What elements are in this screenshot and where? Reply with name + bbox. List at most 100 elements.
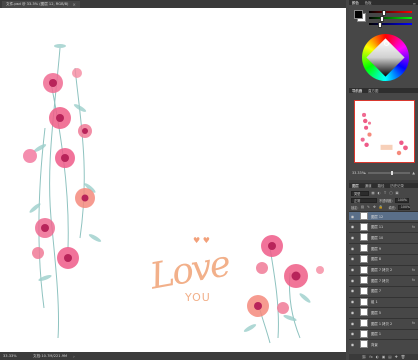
visibility-eye-icon[interactable]: ◉: [349, 267, 356, 272]
opacity-field[interactable]: 100%: [394, 197, 409, 203]
lock-pixels-icon[interactable]: ▨: [360, 205, 364, 209]
layer-fx-badge[interactable]: fx: [412, 225, 415, 229]
layer-row[interactable]: ◉ 图层 12: [349, 211, 418, 221]
layers-panel-header: 图层 通道 路径 历史记录: [349, 183, 418, 188]
tab-navigator[interactable]: 导航器: [352, 88, 362, 93]
document-title: 文件.psd @ 33.3% (图层 12, RGB/8): [6, 1, 69, 6]
status-doc-info: 文档:10.7M/221.9M: [33, 353, 68, 358]
visibility-eye-icon[interactable]: ◉: [349, 235, 356, 240]
layer-fx-badge[interactable]: fx: [412, 268, 415, 272]
layer-row[interactable]: ◉ 组 1: [349, 296, 418, 306]
lock-position-icon[interactable]: ✥: [372, 205, 376, 209]
visibility-eye-icon[interactable]: ◉: [349, 342, 356, 347]
navigator-preview: [360, 112, 408, 156]
adjustment-layer-icon[interactable]: ◐: [376, 355, 379, 359]
add-mask-icon[interactable]: ▣: [382, 355, 385, 359]
layer-name[interactable]: 组 1: [371, 299, 415, 304]
new-group-icon[interactable]: ▤: [388, 355, 391, 359]
foreground-color-swatch[interactable]: [354, 10, 363, 19]
visibility-eye-icon[interactable]: ◉: [349, 321, 356, 326]
layers-footer: ⛓ fx ◐ ▣ ▤ ✚ 🗑: [349, 354, 418, 360]
filter-type-icon[interactable]: T: [383, 191, 387, 195]
lock-label: 锁定:: [351, 205, 359, 210]
tab-paths[interactable]: 路径: [378, 183, 385, 188]
layer-thumbnail: [360, 319, 368, 328]
navigator-thumbnail[interactable]: [354, 100, 415, 163]
tab-color[interactable]: 颜色: [352, 0, 359, 5]
layer-style-icon[interactable]: fx: [369, 355, 372, 359]
tab-channels[interactable]: 通道: [365, 183, 372, 188]
status-zoom[interactable]: 33.33%: [3, 354, 33, 358]
visibility-eye-icon[interactable]: ◉: [349, 278, 356, 283]
layer-row[interactable]: ◉ 图层 11 fx: [349, 221, 418, 231]
tab-histogram[interactable]: 直方图: [368, 88, 378, 93]
filter-smart-icon[interactable]: ▣: [395, 191, 399, 195]
visibility-eye-icon[interactable]: ◉: [349, 310, 356, 315]
navigator-zoom-value[interactable]: 33.33%: [352, 171, 365, 175]
layer-name[interactable]: 图层 5: [371, 310, 415, 315]
zoom-out-icon[interactable]: ▴: [364, 171, 366, 175]
visibility-eye-icon[interactable]: ◉: [349, 256, 356, 261]
filter-shape-icon[interactable]: ▢: [389, 191, 393, 195]
layer-name[interactable]: 图层 7 拷贝 2: [371, 267, 412, 272]
fill-field[interactable]: 100%: [397, 204, 410, 210]
close-tab-icon[interactable]: ×: [72, 2, 75, 7]
status-bar: 33.33% 文档:10.7M/221.9M ›: [0, 352, 346, 360]
lock-paint-icon[interactable]: ✎: [366, 205, 370, 209]
visibility-eye-icon[interactable]: ◉: [349, 224, 356, 229]
layer-row[interactable]: ◉ 图层 5: [349, 307, 418, 317]
layer-name[interactable]: 图层 7 拷贝: [371, 278, 412, 283]
red-slider[interactable]: [369, 10, 412, 16]
layer-name[interactable]: 图层 9: [371, 246, 415, 251]
zoom-in-icon[interactable]: ▲: [412, 171, 415, 175]
layer-name[interactable]: 图层 1: [371, 331, 415, 336]
filter-pixel-icon[interactable]: ▦: [371, 191, 375, 195]
lock-fill-row: 锁定: ▨ ✎ ✥ 🔒 填充: 100%: [351, 204, 416, 210]
layer-row[interactable]: ◉ 图层 7 拷贝 2 fx: [349, 264, 418, 274]
layer-name[interactable]: 图层 12: [371, 214, 415, 219]
visibility-eye-icon[interactable]: ◉: [349, 331, 356, 336]
layer-name[interactable]: 图层 1 拷贝 2: [371, 321, 412, 326]
layer-name[interactable]: 图层 8: [371, 256, 415, 261]
layer-row[interactable]: ◉ 图层 7 拷贝 fx: [349, 275, 418, 285]
navigator-zoom-slider[interactable]: [367, 170, 411, 175]
layer-fx-badge[interactable]: fx: [412, 321, 415, 325]
status-arrow-icon[interactable]: ›: [73, 354, 75, 359]
lock-all-icon[interactable]: 🔒: [378, 205, 382, 209]
layer-name[interactable]: 背景: [371, 342, 415, 347]
layer-fx-badge[interactable]: fx: [412, 278, 415, 282]
layer-row[interactable]: ◉ 图层 10: [349, 232, 418, 242]
visibility-eye-icon[interactable]: ◉: [349, 299, 356, 304]
layer-row[interactable]: ◉ 图层 1: [349, 328, 418, 338]
layer-name[interactable]: 图层 7: [371, 288, 415, 293]
tab-layers[interactable]: 图层: [352, 183, 359, 188]
layer-name[interactable]: 图层 10: [371, 235, 415, 240]
document-tab[interactable]: 文件.psd @ 33.3% (图层 12, RGB/8) ×: [2, 0, 80, 8]
new-layer-icon[interactable]: ✚: [395, 355, 398, 359]
layer-kind-filter[interactable]: 类型: [351, 190, 369, 196]
layer-thumbnail: [360, 276, 368, 285]
link-layers-icon[interactable]: ⛓: [362, 355, 367, 359]
tab-swatches[interactable]: 色板: [365, 0, 372, 5]
layer-row[interactable]: ◉ 图层 8: [349, 253, 418, 263]
layer-row[interactable]: ◉ 背景: [349, 339, 418, 349]
color-wheel[interactable]: [362, 34, 409, 81]
color-panel-header: 颜色 色板: [349, 0, 418, 5]
filter-adjust-icon[interactable]: ◐: [377, 191, 381, 195]
document-canvas[interactable]: ♥ ♥ Love YOU: [0, 8, 346, 352]
panel-menu-icon[interactable]: ≡: [413, 1, 416, 6]
delete-layer-icon[interactable]: 🗑: [401, 355, 406, 359]
layer-name[interactable]: 图层 11: [371, 224, 412, 229]
navigator-zoom-row: 33.33% ▴ ▲: [352, 170, 415, 176]
blue-slider[interactable]: [369, 22, 412, 28]
layer-filter-row: 类型 ▦ ◐ T ▢ ▣: [351, 190, 416, 196]
blend-mode-select[interactable]: 正常: [351, 197, 377, 203]
layer-row[interactable]: ◉ 图层 7: [349, 285, 418, 295]
visibility-eye-icon[interactable]: ◉: [349, 214, 356, 219]
visibility-eye-icon[interactable]: ◉: [349, 246, 356, 251]
tab-history[interactable]: 历史记录: [390, 183, 404, 188]
layer-row[interactable]: ◉ 图层 9: [349, 243, 418, 253]
layer-row[interactable]: ◉ 图层 1 拷贝 2 fx: [349, 318, 418, 328]
green-slider[interactable]: [369, 16, 412, 22]
visibility-eye-icon[interactable]: ◉: [349, 288, 356, 293]
